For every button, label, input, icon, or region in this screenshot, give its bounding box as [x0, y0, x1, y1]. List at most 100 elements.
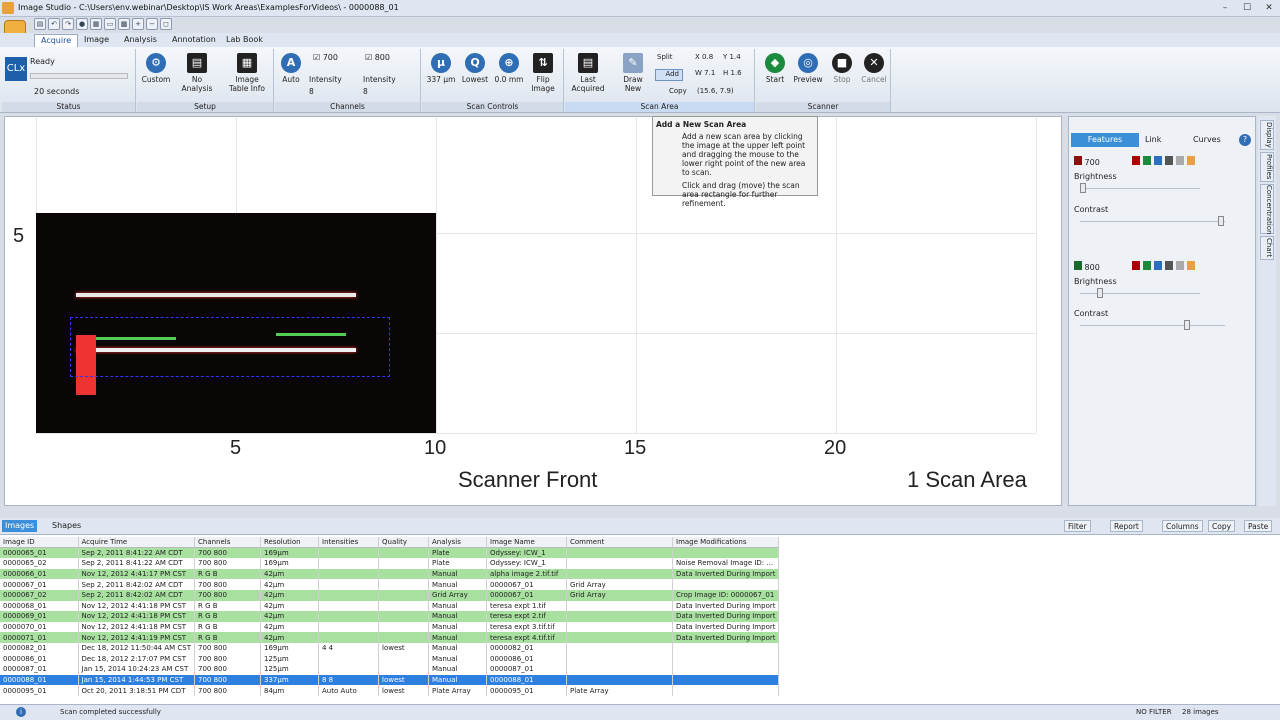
channel-700-checkbox[interactable]: ☑ 700	[313, 53, 338, 62]
chart-side-tab[interactable]: Chart	[1260, 236, 1274, 260]
table-cell: Manual	[428, 568, 487, 580]
images-tab[interactable]: Images	[2, 520, 38, 532]
column-header[interactable]: Acquire Time	[78, 537, 195, 549]
column-header[interactable]: Quality	[378, 537, 429, 549]
quality-button[interactable]: Q Lowest	[460, 53, 490, 84]
contrast-800-thumb[interactable]	[1184, 320, 1190, 330]
contrast-800-slider[interactable]	[1080, 325, 1225, 326]
grid-icon[interactable]: ▩	[118, 18, 130, 30]
filter-button[interactable]: Filter	[1064, 520, 1091, 532]
table-row[interactable]: 0000068_01 Nov 12, 2012 4:41:18 PM CST R G…	[0, 600, 780, 612]
tab-image[interactable]: Image	[78, 34, 115, 47]
flip-image-button[interactable]: ⇅ Flip Image	[528, 53, 558, 93]
link-tab[interactable]: Link	[1145, 135, 1161, 144]
table-row[interactable]: 0000065_01 Sep 2, 2011 8:41:22 AM CDT 700 …	[0, 547, 780, 559]
table-row[interactable]: 0000066_01 Nov 12, 2012 4:41:17 PM CST R G…	[0, 568, 780, 580]
brightness-700-thumb[interactable]	[1080, 183, 1086, 193]
column-header[interactable]: Resolution	[260, 537, 319, 549]
start-button[interactable]: ◆ Start	[760, 53, 790, 84]
copy-button[interactable]: Copy	[669, 87, 687, 95]
curves-tab[interactable]: Curves	[1193, 135, 1221, 144]
brightness-800-thumb[interactable]	[1097, 288, 1103, 298]
column-header[interactable]: Intensities	[318, 537, 379, 549]
table-row[interactable]: 0000065_02 Sep 2, 2011 8:41:22 AM CDT 700 …	[0, 558, 780, 569]
color-swatch[interactable]	[1074, 156, 1082, 165]
last-acquired-button[interactable]: ▤ Last Acquired	[569, 53, 607, 93]
concentration-side-tab[interactable]: Concentration	[1260, 184, 1274, 235]
table-row[interactable]: 0000082_01 Dec 18, 2012 11:50:44 AM CST 70…	[0, 642, 780, 654]
intensity-700-value[interactable]: 8	[309, 87, 314, 96]
column-header[interactable]: Analysis	[428, 537, 487, 549]
report-button[interactable]: Report	[1110, 520, 1143, 532]
columns-button[interactable]: Columns	[1162, 520, 1203, 532]
copy-table-button[interactable]: Copy	[1208, 520, 1236, 532]
channel-700-name: 700	[1084, 158, 1100, 167]
column-header[interactable]: Comment	[566, 537, 673, 549]
table-row[interactable]: 0000067_02 Sep 2, 2011 8:42:02 AM CDT 700 …	[0, 589, 780, 601]
scan-w-field[interactable]: W 7.1	[695, 69, 715, 77]
color-palette[interactable]	[1132, 156, 1198, 167]
table-info-button[interactable]: ▦ Image Table Info	[227, 53, 267, 93]
stop-button[interactable]: ■ Stop	[828, 53, 856, 84]
table-cell: 169µm	[260, 558, 319, 569]
features-tab[interactable]: Features	[1071, 133, 1139, 147]
no-analysis-button[interactable]: ▤ No Analysis	[177, 53, 217, 93]
scanned-image[interactable]	[36, 213, 436, 433]
maximize-button[interactable]: ☐	[1238, 3, 1256, 14]
scan-canvas[interactable]: 5 5 10 15 20 Scanner Front 1 Scan Area	[4, 116, 1062, 506]
minimize-button[interactable]: –	[1216, 3, 1234, 14]
table-cell: Manual	[428, 611, 487, 622]
table-row[interactable]: 0000071_01 Nov 12, 2012 4:41:19 PM CST R G…	[0, 632, 780, 643]
refresh-icon[interactable]: ●	[76, 18, 88, 30]
intensity-800-value[interactable]: 8	[363, 87, 368, 96]
table-row[interactable]: 0000086_01 Dec 18, 2012 2:17:07 PM CST 700…	[0, 653, 780, 665]
add-button[interactable]: Add	[655, 69, 683, 81]
tab-annotation[interactable]: Annotation	[166, 34, 222, 47]
zoom-out-icon[interactable]: −	[146, 18, 158, 30]
tab-lab-book[interactable]: Lab Book	[220, 34, 269, 47]
table-row[interactable]: 0000067_01 Sep 2, 2011 8:42:02 AM CDT 700 …	[0, 579, 780, 590]
table-row[interactable]: 0000095_01 Oct 20, 2011 3:18:51 PM CDT 700…	[0, 685, 780, 696]
scan-h-field[interactable]: H 1.6	[723, 69, 742, 77]
tab-acquire[interactable]: Acquire	[34, 34, 79, 47]
brightness-700-slider[interactable]	[1080, 188, 1200, 189]
channel-800-checkbox[interactable]: ☑ 800	[365, 53, 390, 62]
column-header[interactable]: Channels	[194, 537, 261, 549]
color-swatch[interactable]	[1074, 261, 1082, 270]
save-icon[interactable]: ▤	[34, 18, 46, 30]
tab-analysis[interactable]: Analysis	[118, 34, 163, 47]
paste-table-button[interactable]: Paste	[1244, 520, 1273, 532]
cancel-button[interactable]: ✕ Cancel	[860, 53, 888, 84]
preview-button[interactable]: ◎ Preview	[792, 53, 824, 84]
table-row[interactable]: 0000088_01 Jan 15, 2014 1:44:53 PM CST 700…	[0, 674, 780, 686]
resolution-button[interactable]: µ 337 µm	[426, 53, 456, 84]
column-header[interactable]: Image ID	[0, 537, 79, 549]
table-row[interactable]: 0000070_01 Nov 12, 2012 4:41:18 PM CST R G…	[0, 621, 780, 633]
zoom-in-icon[interactable]: +	[132, 18, 144, 30]
scan-area-rectangle[interactable]	[70, 317, 390, 377]
column-header[interactable]: Image Name	[486, 537, 567, 549]
color-palette[interactable]	[1132, 261, 1198, 272]
print-icon[interactable]: ▭	[104, 18, 116, 30]
undo-icon[interactable]: ↶	[48, 18, 60, 30]
focus-button[interactable]: ⊕ 0.0 mm	[494, 53, 524, 84]
draw-new-button[interactable]: ✎ Draw New	[619, 53, 647, 93]
table-row[interactable]: 0000087_01 Jan 15, 2014 10:24:23 AM CST 70…	[0, 664, 780, 675]
custom-button[interactable]: ⚙ Custom	[141, 53, 171, 84]
scan-y-field[interactable]: Y 1.4	[723, 53, 741, 61]
display-side-tab[interactable]: Display	[1260, 120, 1274, 150]
table-row[interactable]: 0000069_01 Nov 12, 2012 4:41:18 PM CST R G…	[0, 611, 780, 622]
column-header[interactable]: Image Modifications	[672, 537, 780, 549]
scan-x-field[interactable]: X 0.8	[695, 53, 713, 61]
redo-icon[interactable]: ↷	[62, 18, 74, 30]
contrast-700-slider[interactable]	[1080, 221, 1225, 222]
help-icon[interactable]: ?	[1239, 134, 1251, 146]
split-button[interactable]: Split	[657, 53, 673, 61]
fit-icon[interactable]: ◻	[160, 18, 172, 30]
profiles-side-tab[interactable]: Profiles	[1260, 152, 1274, 182]
contrast-700-thumb[interactable]	[1218, 216, 1224, 226]
view-icon[interactable]: ▦	[90, 18, 102, 30]
shapes-tab[interactable]: Shapes	[52, 521, 81, 530]
auto-button[interactable]: A Auto	[279, 53, 303, 84]
close-button[interactable]: ✕	[1260, 3, 1278, 14]
